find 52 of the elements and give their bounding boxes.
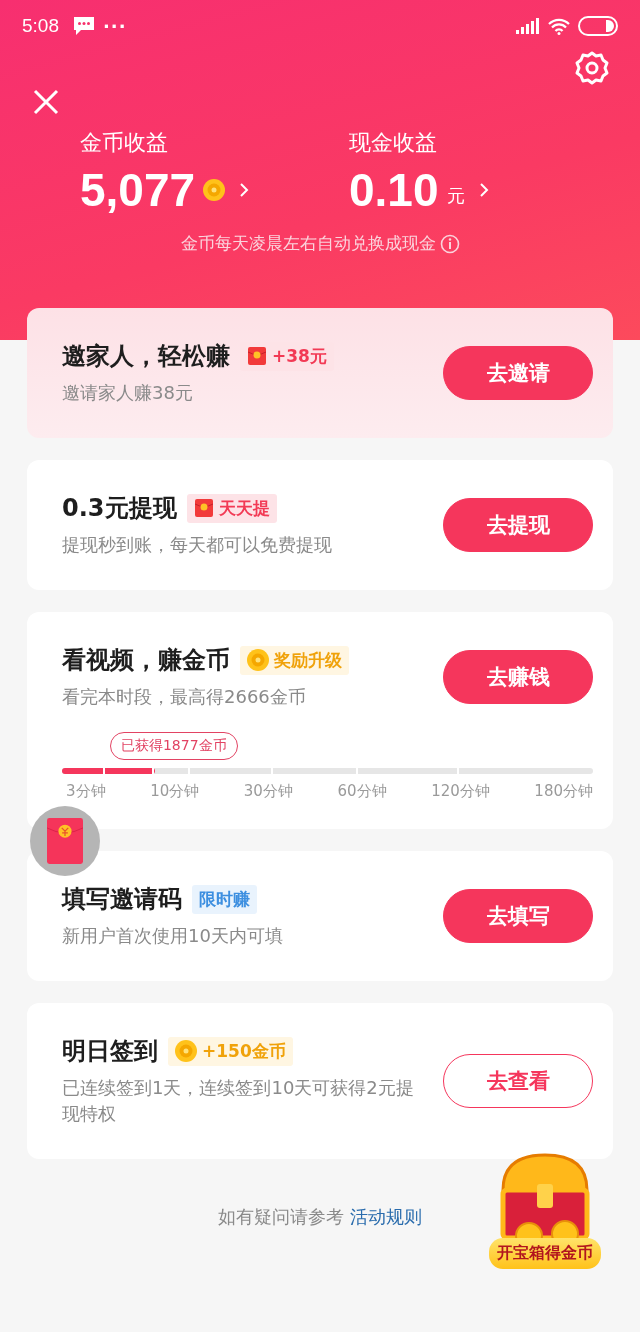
reward-tag: 奖励升级	[240, 645, 349, 675]
task-title: 邀家人，轻松赚	[62, 341, 230, 372]
task-button[interactable]: 去提现	[443, 498, 593, 552]
task-title: 0.3元提现	[62, 493, 177, 524]
treasure-chest-button[interactable]: 开宝箱得金币	[480, 1150, 610, 1290]
task-button[interactable]: 去填写	[443, 889, 593, 943]
envelope-icon	[47, 818, 83, 864]
time-tick-label: 60分钟	[337, 782, 387, 801]
task-button[interactable]: 去赚钱	[443, 650, 593, 704]
time-tick-label: 180分钟	[534, 782, 593, 801]
time-tick-label: 10分钟	[150, 782, 200, 801]
message-icon	[73, 16, 95, 36]
task-description: 新用户首次使用10天内可填	[62, 924, 283, 948]
reward-tag: 天天提	[186, 493, 277, 523]
task-description: 已连续签到1天，连续签到10天可获得2元提现特权	[62, 1076, 415, 1126]
task-button[interactable]: 去邀请	[443, 346, 593, 400]
task-title: 明日签到	[62, 1036, 158, 1067]
time-tick-label: 120分钟	[431, 782, 490, 801]
time-tick-label: 3分钟	[66, 782, 106, 801]
task-button[interactable]: 去查看	[443, 1054, 593, 1108]
coin-icon	[247, 649, 269, 671]
help-text: 如有疑问请参考	[218, 1205, 344, 1229]
envelope-icon	[193, 498, 214, 518]
earnings-label: 现金收益	[349, 129, 438, 157]
settings-icon[interactable]	[574, 50, 610, 86]
time-tick-label: 30分钟	[243, 782, 293, 801]
earnings-amount[interactable]: 0.10	[349, 162, 439, 218]
task-description: 邀请家人赚38元	[62, 381, 194, 405]
signal-icon	[516, 18, 540, 34]
task-description: 看完本时段，最高得2666金币	[62, 685, 307, 709]
close-icon[interactable]	[32, 88, 60, 116]
coin-icon	[203, 179, 226, 201]
earnings-amount[interactable]: 5,077	[80, 162, 196, 218]
progress-tooltip: 已获得1877金币	[109, 732, 238, 760]
info-icon[interactable]	[439, 233, 460, 254]
currency-unit: 元	[446, 184, 465, 208]
wifi-icon	[548, 17, 570, 35]
rules-link[interactable]: 活动规则	[350, 1205, 422, 1229]
reward-tag: 限时赚	[192, 884, 257, 914]
earnings-label: 金币收益	[80, 129, 169, 157]
reward-tag: +150金币	[168, 1036, 293, 1066]
coin-icon	[175, 1040, 197, 1062]
exchange-note: 金币每天凌晨左右自动兑换成现金	[180, 232, 436, 255]
chevron-right-icon[interactable]	[239, 182, 250, 198]
task-title: 看视频，赚金币	[62, 645, 230, 676]
notification-more: ···	[103, 15, 127, 37]
status-time: 5:08	[22, 15, 59, 37]
task-title: 填写邀请码	[62, 884, 182, 915]
chevron-right-icon[interactable]	[478, 182, 489, 198]
task-description: 提现秒到账，每天都可以免费提现	[62, 533, 332, 557]
battery-icon	[578, 16, 618, 36]
envelope-icon	[247, 346, 267, 366]
